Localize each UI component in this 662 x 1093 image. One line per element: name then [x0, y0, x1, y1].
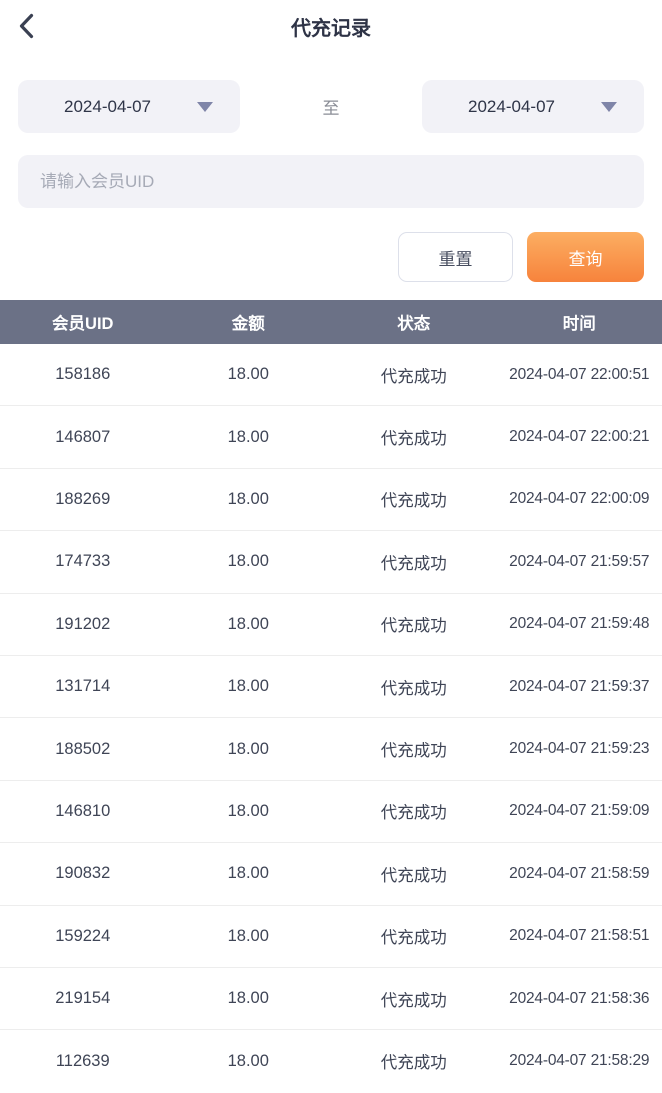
- table-row: 131714 18.00 代充成功 2024-04-07 21:59:37: [0, 655, 662, 719]
- cell-status: 代充成功: [380, 742, 447, 761]
- cell-uid: 188502: [55, 739, 111, 758]
- cell-uid: 174733: [55, 552, 111, 571]
- cell-amount: 18.00: [227, 489, 269, 508]
- cell-amount: 18.00: [227, 677, 269, 696]
- cell-status: 代充成功: [380, 554, 447, 573]
- cell-amount: 18.00: [227, 1051, 269, 1070]
- table-row: 158186 18.00 代充成功 2024-04-07 22:00:51: [0, 344, 662, 407]
- cell-status: 代充成功: [380, 866, 447, 885]
- table-row: 191202 18.00 代充成功 2024-04-07 21:59:48: [0, 593, 662, 656]
- cell-amount: 18.00: [227, 614, 269, 633]
- table-header: 会员UID 金额 状态 时间: [0, 300, 662, 344]
- date-from-picker[interactable]: 2024-04-07: [18, 80, 240, 133]
- filter-panel: 2024-04-07 至 2024-04-07 重置 查询: [0, 50, 662, 282]
- cell-amount: 18.00: [227, 926, 269, 945]
- date-from-value: 2024-04-07: [64, 96, 151, 116]
- filter-actions: 重置 查询: [18, 232, 644, 282]
- cell-uid: 158186: [55, 365, 111, 384]
- cell-time: 2024-04-07 21:59:57: [509, 552, 650, 570]
- uid-input[interactable]: [18, 155, 644, 208]
- cell-uid: 190832: [55, 864, 111, 883]
- cell-status: 代充成功: [380, 991, 447, 1010]
- table-row: 188269 18.00 代充成功 2024-04-07 22:00:09: [0, 468, 662, 532]
- table-body: 158186 18.00 代充成功 2024-04-07 22:00:51 14…: [0, 344, 662, 1093]
- column-header-time: 时间: [562, 315, 596, 333]
- cell-time: 2024-04-07 21:59:09: [509, 802, 650, 820]
- table-row: 112639 18.00 代充成功 2024-04-07 21:58:29: [0, 1030, 662, 1093]
- caret-down-icon: [601, 101, 617, 112]
- cell-status: 代充成功: [380, 492, 447, 511]
- cell-uid: 159224: [55, 926, 111, 945]
- cell-time: 2024-04-07 22:00:09: [509, 490, 650, 508]
- date-to-value: 2024-04-07: [468, 96, 555, 116]
- search-button[interactable]: 查询: [527, 232, 644, 282]
- app: 代充记录 2024-04-07 至 2024-04-07 重置 查询 会员UID…: [0, 0, 662, 1093]
- cell-uid: 191202: [55, 614, 111, 633]
- cell-time: 2024-04-07 21:58:51: [509, 927, 650, 945]
- table-row: 219154 18.00 代充成功 2024-04-07 21:58:36: [0, 967, 662, 1031]
- cell-status: 代充成功: [380, 367, 447, 386]
- page-title: 代充记录: [291, 18, 371, 40]
- cell-amount: 18.00: [227, 864, 269, 883]
- column-header-status: 状态: [397, 315, 431, 333]
- cell-uid: 131714: [55, 677, 111, 696]
- cell-status: 代充成功: [380, 679, 447, 698]
- table-row: 146810 18.00 代充成功 2024-04-07 21:59:09: [0, 780, 662, 844]
- navbar: 代充记录: [0, 0, 662, 50]
- column-header-amount: 金额: [231, 315, 265, 333]
- cell-amount: 18.00: [227, 801, 269, 820]
- table-row: 159224 18.00 代充成功 2024-04-07 21:58:51: [0, 905, 662, 968]
- reset-button[interactable]: 重置: [398, 232, 513, 282]
- cell-status: 代充成功: [380, 929, 447, 948]
- cell-uid: 188269: [55, 489, 111, 508]
- cell-amount: 18.00: [227, 427, 269, 446]
- date-to-picker[interactable]: 2024-04-07: [422, 80, 644, 133]
- cell-time: 2024-04-07 21:58:36: [509, 989, 650, 1007]
- cell-amount: 18.00: [227, 365, 269, 384]
- cell-status: 代充成功: [380, 1054, 447, 1073]
- column-header-uid: 会员UID: [52, 315, 114, 333]
- cell-uid: 112639: [55, 1051, 110, 1070]
- cell-status: 代充成功: [380, 804, 447, 823]
- table-row: 190832 18.00 代充成功 2024-04-07 21:58:59: [0, 843, 662, 906]
- cell-amount: 18.00: [227, 552, 269, 571]
- cell-amount: 18.00: [227, 989, 269, 1008]
- caret-down-icon: [197, 101, 213, 112]
- cell-time: 2024-04-07 21:59:23: [509, 740, 650, 758]
- cell-time: 2024-04-07 22:00:21: [509, 428, 650, 446]
- table-row: 146807 18.00 代充成功 2024-04-07 22:00:21: [0, 406, 662, 469]
- cell-time: 2024-04-07 21:58:59: [509, 864, 650, 882]
- cell-time: 2024-04-07 21:59:37: [509, 677, 650, 695]
- cell-time: 2024-04-07 22:00:51: [509, 365, 650, 383]
- cell-status: 代充成功: [380, 430, 447, 449]
- cell-amount: 18.00: [227, 739, 269, 758]
- cell-uid: 146810: [55, 801, 111, 820]
- records-table: 会员UID 金额 状态 时间 158186 18.00 代充成功 2024-04…: [0, 300, 662, 1093]
- table-row: 174733 18.00 代充成功 2024-04-07 21:59:57: [0, 531, 662, 594]
- table-row: 188502 18.00 代充成功 2024-04-07 21:59:23: [0, 718, 662, 781]
- date-range-to-label: 至: [322, 99, 340, 118]
- cell-uid: 146807: [55, 427, 111, 446]
- date-range-row: 2024-04-07 至 2024-04-07: [18, 80, 644, 133]
- cell-uid: 219154: [55, 989, 111, 1008]
- cell-time: 2024-04-07 21:58:29: [509, 1052, 650, 1070]
- cell-status: 代充成功: [380, 617, 447, 636]
- cell-time: 2024-04-07 21:59:48: [509, 615, 650, 633]
